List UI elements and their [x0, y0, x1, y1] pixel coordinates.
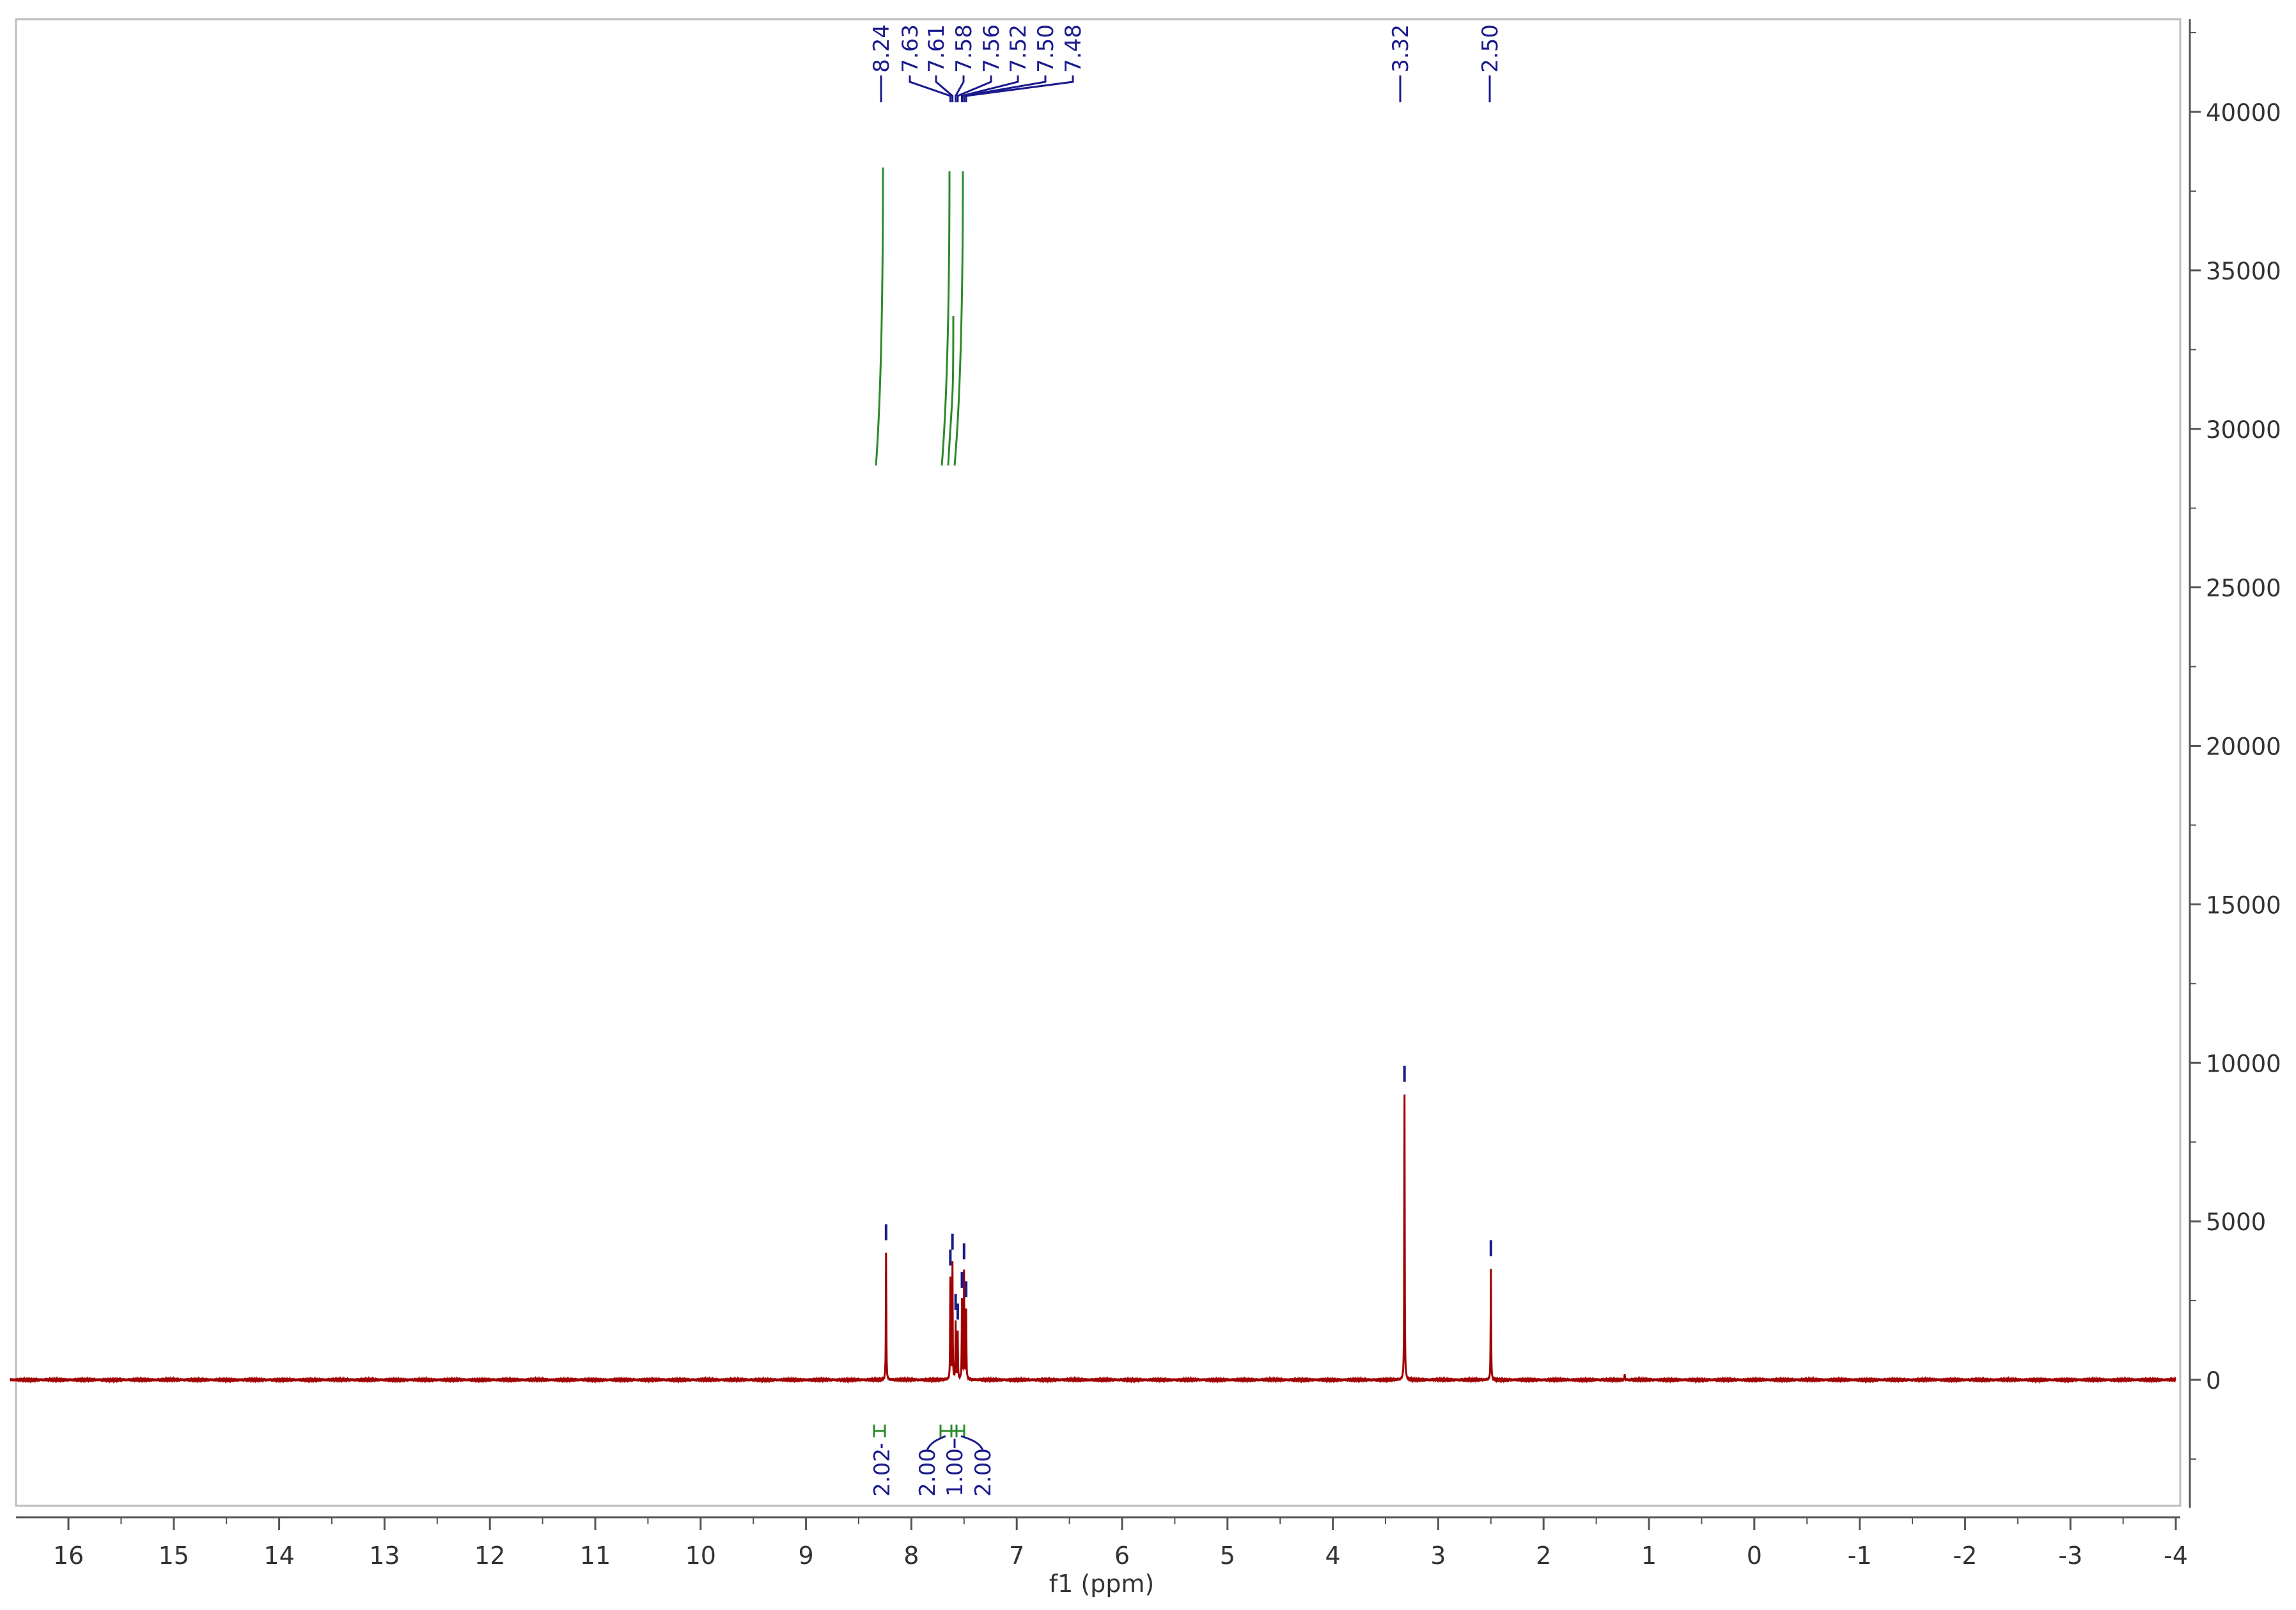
y-tick-label: 0	[2206, 1367, 2221, 1395]
x-tick-label: 14	[263, 1542, 294, 1570]
peak-label: 8.24	[869, 24, 894, 73]
x-tick-label: 2	[1536, 1542, 1551, 1570]
x-axis-title: f1 (ppm)	[1049, 1570, 1155, 1598]
peak-label: 7.48	[1061, 24, 1086, 73]
integral-curves	[875, 167, 964, 466]
x-axis-ticks: 16 15 14 13 12 11 10 9 8 7 6 5 4 3 2 1 0 -1 -2 -3 -4	[53, 1517, 2188, 1570]
peak-label: 7.63	[898, 24, 923, 73]
peak-labels: 8.24 7.63 7.61 7.58 7.56 7.52 7.50 7.48 3.32 2.50	[869, 24, 1503, 102]
spectrum-series-line	[9, 1094, 2176, 1384]
y-tick-label: 40000	[2206, 99, 2281, 127]
integral-value-leader	[926, 1435, 946, 1451]
x-tick-label: 10	[685, 1542, 716, 1570]
x-tick-label: -1	[1848, 1542, 1872, 1570]
x-tick-label: 8	[903, 1542, 919, 1570]
peak-label: 7.52	[1006, 24, 1031, 73]
y-tick-label: 20000	[2206, 733, 2281, 761]
integral-value-label: 2.02	[870, 1448, 895, 1497]
peak-label: 3.32	[1388, 24, 1414, 73]
x-tick-label: 12	[474, 1542, 505, 1570]
x-tick-label: 13	[369, 1542, 400, 1570]
peak-label: 7.50	[1033, 24, 1059, 73]
x-tick-label: 5	[1220, 1542, 1235, 1570]
integral-value-label: 2.00	[915, 1448, 941, 1497]
x-tick-label: 6	[1114, 1542, 1130, 1570]
peak-label: 7.61	[924, 24, 949, 73]
x-tick-label: 4	[1325, 1542, 1341, 1570]
y-tick-label: 10000	[2206, 1050, 2281, 1077]
x-tick-label: 0	[1747, 1542, 1762, 1570]
integral-value-label: 2.00	[971, 1448, 996, 1497]
x-tick-label: 7	[1009, 1542, 1024, 1570]
peak-markers	[884, 1065, 1492, 1320]
x-tick-label: 15	[159, 1542, 189, 1570]
x-tick-label: 3	[1430, 1542, 1446, 1570]
x-tick-label: 11	[580, 1542, 611, 1570]
x-tick-label: 16	[53, 1542, 84, 1570]
x-tick-label: -2	[1953, 1542, 1977, 1570]
plot-frame	[15, 18, 2182, 1507]
y-tick-label: 5000	[2206, 1208, 2266, 1236]
x-tick-label: -4	[2164, 1542, 2188, 1570]
x-tick-label: 9	[799, 1542, 814, 1570]
nmr-spectrum-chart: 0 5000 10000 15000 20000 25000 30000 35000 40000…	[9, 18, 2281, 1598]
peak-label: 7.56	[979, 24, 1004, 73]
y-axis-ticks: 0 5000 10000 15000 20000 25000 30000 35000 40000	[2190, 32, 2281, 1460]
y-tick-label: 15000	[2206, 891, 2281, 919]
integral-labels: 2.02 2.00 1.00 2.00	[870, 1425, 996, 1497]
integral-curve	[953, 171, 964, 466]
integral-value-label: 1.00	[942, 1448, 968, 1497]
y-tick-label: 25000	[2206, 575, 2281, 602]
x-tick-label: -3	[2058, 1542, 2082, 1570]
peak-label-leader	[965, 75, 1074, 102]
x-tick-label: 1	[1641, 1542, 1657, 1570]
integral-curve	[941, 171, 951, 466]
peak-label: 2.50	[1478, 24, 1503, 73]
integral-curve	[875, 167, 884, 466]
peak-label: 7.58	[951, 24, 977, 73]
integral-curve	[947, 315, 955, 466]
y-tick-label: 30000	[2206, 416, 2281, 444]
y-tick-label: 35000	[2206, 258, 2281, 285]
integral-value-leader	[960, 1435, 984, 1451]
